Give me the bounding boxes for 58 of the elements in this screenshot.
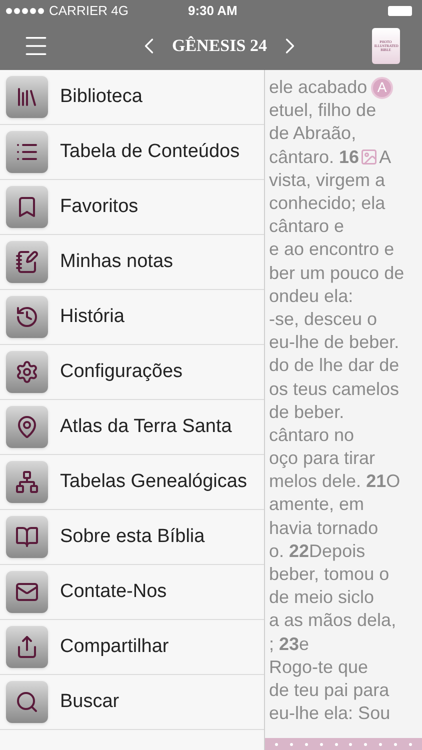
verse-text: eu-lhe ela: Sou (269, 702, 390, 726)
menu-item[interactable]: Tabela de Conteúdos (0, 125, 264, 180)
menu-item[interactable]: Favoritos (0, 180, 264, 235)
list-icon (6, 131, 48, 173)
notepad-pencil-icon (6, 241, 48, 283)
verse-text: do de lhe dar de (269, 354, 400, 378)
menu-item[interactable]: História (0, 290, 264, 345)
tree-chart-icon (6, 461, 48, 503)
verse-text: cântaro no (269, 424, 354, 447)
verse-text: de beber. (269, 400, 344, 424)
battery-icon (388, 6, 412, 16)
clock: 9:30 AM (188, 2, 238, 20)
bookmark-icon (6, 186, 48, 228)
menu-item[interactable]: Tabelas Genealógicas (0, 455, 264, 510)
verse-text: o. 22Depois (269, 540, 366, 563)
verse-text: e ao encontro e (269, 238, 394, 262)
open-book-icon (6, 516, 48, 558)
menu-item[interactable]: Contate-Nos (0, 565, 264, 620)
verse-text: -se, desceu o (269, 308, 378, 331)
menu-item[interactable]: Buscar (0, 675, 264, 730)
verse-text: cântaro e (269, 215, 344, 238)
menu-item[interactable]: Compartilhar (0, 620, 264, 675)
verse-text: amente, em (269, 493, 364, 516)
verse-text: melos dele. 21O (269, 470, 400, 494)
verse-text: ; 23e (269, 632, 310, 656)
verse-text: de Abraão, (269, 122, 356, 146)
verse-text: cântaro. 16 (269, 146, 360, 169)
verse-text: havia tornado (269, 516, 378, 540)
menu-item[interactable]: Atlas da Terra Santa (0, 400, 264, 455)
verse-text: eu-lhe de beber. (269, 331, 400, 354)
verse-text: vista, virgem a (269, 168, 386, 192)
verse-text: oço para tirar (269, 447, 376, 470)
verse-text: A (379, 146, 392, 169)
verse-text: beber, tomou o (269, 563, 390, 586)
verse-text: Rogo-te que (269, 656, 368, 679)
menu-item[interactable]: Sobre esta Bíblia (0, 510, 264, 565)
verse-text: conhecido; ela (269, 192, 386, 216)
mail-icon (6, 571, 48, 613)
menu-item[interactable]: Configurações (0, 345, 264, 400)
verse-text: de teu pai para (269, 678, 390, 702)
map-pin-icon (6, 406, 48, 448)
chapter-title: GÊNESIS 24 (172, 35, 267, 58)
share-icon (6, 626, 48, 668)
signal-icon (6, 8, 44, 14)
settings-icon (6, 351, 48, 393)
verse-text: de meio siclo (269, 586, 374, 610)
verse-text: ele acabado (269, 76, 368, 100)
verse-text: ber um pouco de (269, 262, 404, 285)
verse-text: a as mãos dela, (269, 609, 396, 632)
menu-item[interactable]: Biblioteca (0, 70, 264, 125)
carrier-label: CARRIER 4G (49, 2, 128, 20)
verse-text: etuel, filho de (269, 99, 376, 122)
verse-text: os teus camelos (269, 378, 400, 401)
books-icon (6, 76, 48, 118)
history-icon (6, 296, 48, 338)
search-icon (6, 681, 48, 723)
menu-item[interactable]: Minhas notas (0, 235, 264, 290)
verse-text: ondeu ela: (269, 284, 354, 308)
